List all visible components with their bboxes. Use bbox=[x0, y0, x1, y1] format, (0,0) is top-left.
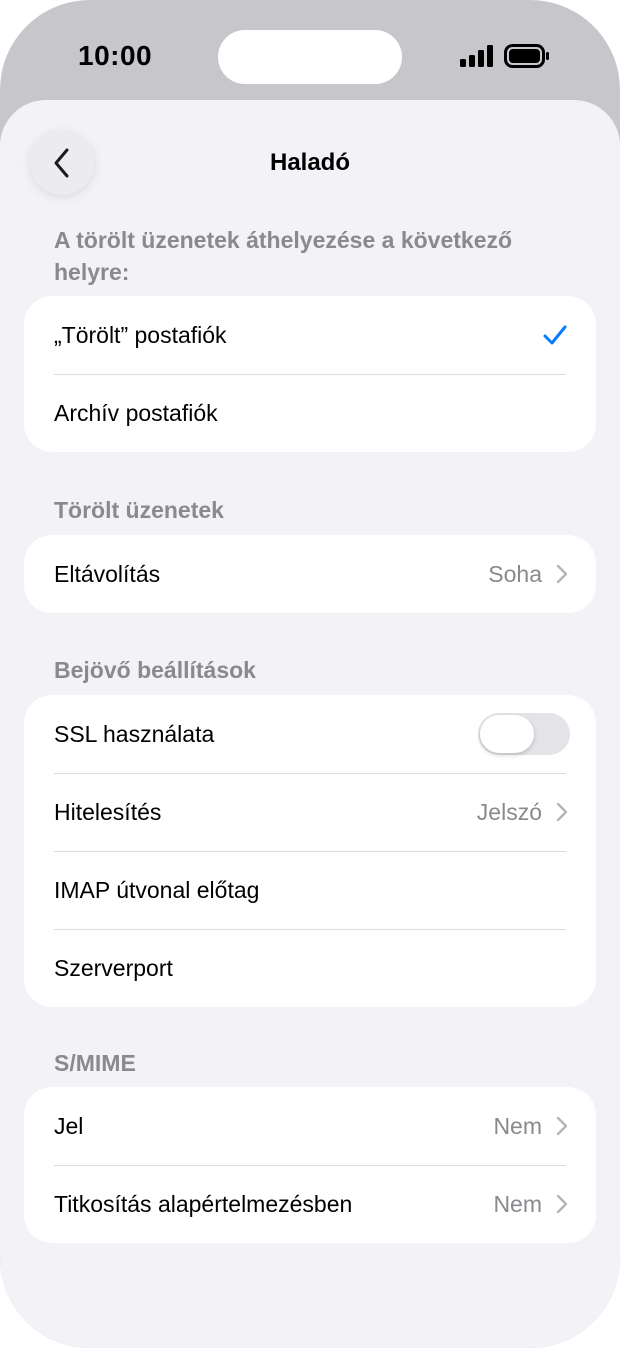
battery-icon bbox=[504, 44, 549, 68]
list-item-remove[interactable]: Eltávolítás Soha bbox=[24, 535, 596, 613]
chevron-right-icon bbox=[556, 1116, 568, 1136]
row-value: Jelszó bbox=[476, 798, 542, 825]
phone-frame: 10:00 Haladó A törölt üzenetek áthelyezé… bbox=[0, 0, 620, 1348]
row-label: Eltávolítás bbox=[54, 560, 161, 587]
list-item-authentication[interactable]: Hitelesítés Jelszó bbox=[24, 773, 596, 851]
row-value: Nem bbox=[493, 1112, 542, 1139]
row-label: SSL használata bbox=[54, 720, 215, 747]
row-label: Hitelesítés bbox=[54, 798, 162, 825]
checkmark-icon bbox=[543, 325, 567, 345]
incoming-settings-group: SSL használata Hitelesítés Jelszó IMAP ú… bbox=[24, 695, 596, 1007]
list-item-deleted-mailbox[interactable]: „Törölt” postafiók bbox=[24, 296, 596, 374]
section-header-deleted-messages: Törölt üzenetek bbox=[54, 497, 224, 523]
ssl-toggle[interactable] bbox=[478, 713, 570, 755]
smime-group: Jel Nem Titkosítás alapértelmezésben Nem bbox=[24, 1087, 596, 1243]
page-title: Haladó bbox=[269, 149, 350, 176]
chevron-right-icon bbox=[556, 802, 568, 822]
move-deleted-group: „Törölt” postafiók Archív postafiók bbox=[24, 296, 596, 452]
list-item-archive-mailbox[interactable]: Archív postafiók bbox=[24, 374, 596, 452]
row-label: IMAP útvonal előtag bbox=[54, 876, 260, 903]
section-header-smime: S/MIME bbox=[54, 1050, 136, 1076]
deleted-messages-group: Eltávolítás Soha bbox=[24, 535, 596, 613]
section-header-move-deleted: A törölt üzenetek áthelyezése a következ… bbox=[54, 227, 513, 285]
row-label: „Törölt” postafiók bbox=[54, 321, 227, 348]
dynamic-island bbox=[218, 30, 402, 84]
cellular-signal-icon bbox=[460, 45, 493, 67]
row-label: Titkosítás alapértelmezésben bbox=[54, 1190, 353, 1217]
row-label: Szerverport bbox=[54, 954, 173, 981]
list-item-server-port[interactable]: Szerverport bbox=[24, 929, 596, 1007]
row-label: Jel bbox=[54, 1112, 84, 1139]
list-item-use-ssl: SSL használata bbox=[24, 695, 596, 773]
row-value: Soha bbox=[488, 560, 542, 587]
section-header-incoming: Bejövő beállítások bbox=[54, 657, 256, 683]
toggle-knob bbox=[480, 715, 534, 753]
status-time: 10:00 bbox=[78, 40, 153, 71]
chevron-right-icon bbox=[556, 564, 568, 584]
list-item-sign[interactable]: Jel Nem bbox=[24, 1087, 596, 1165]
chevron-right-icon bbox=[556, 1194, 568, 1214]
row-label: Archív postafiók bbox=[54, 399, 218, 426]
list-item-encrypt-by-default[interactable]: Titkosítás alapértelmezésben Nem bbox=[24, 1165, 596, 1243]
list-item-imap-path-prefix[interactable]: IMAP útvonal előtag bbox=[24, 851, 596, 929]
row-value: Nem bbox=[493, 1190, 542, 1217]
